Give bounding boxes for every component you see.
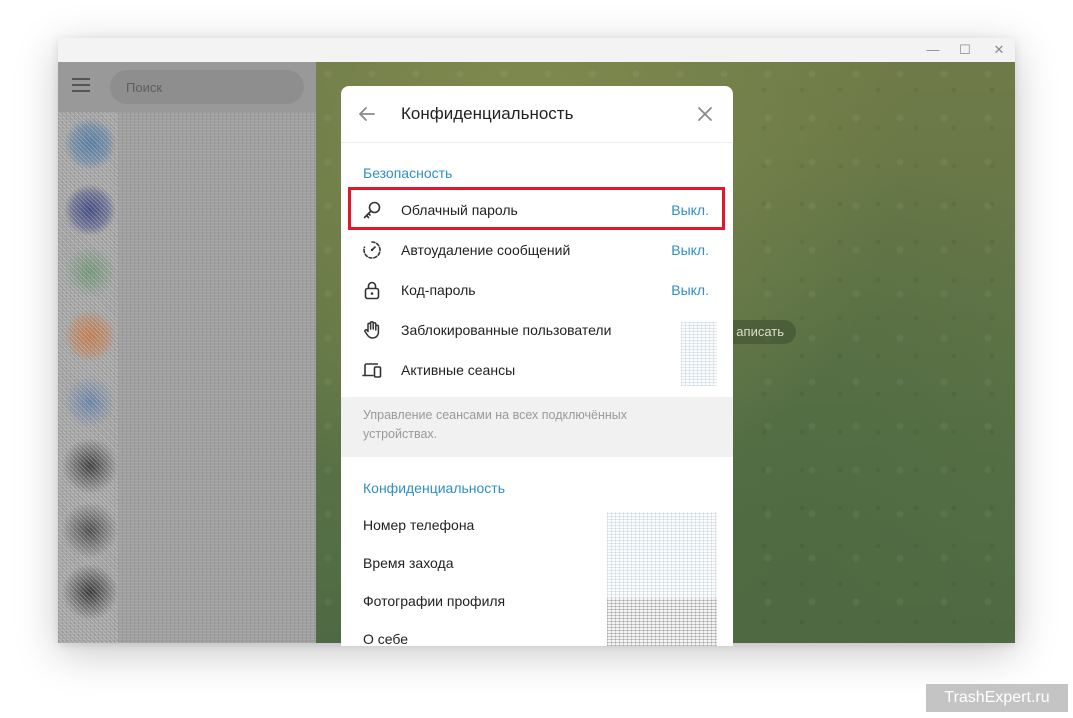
active-sessions-label: Активные сеансы	[401, 362, 516, 378]
privacy-dialog: Конфиденциальность Безопасность Облачный…	[341, 86, 733, 646]
redacted-patch	[607, 512, 717, 598]
cloud-password-row[interactable]: Облачный пароль Выкл.	[341, 190, 733, 230]
title-bar: — ☐ ✕	[58, 38, 1015, 62]
timer-icon	[361, 239, 383, 261]
hand-icon	[361, 319, 383, 341]
privacy-section-title: Конфиденциальность	[363, 480, 506, 496]
chat-list-blurred	[58, 112, 316, 643]
sessions-hint-text: Управление сеансами на всех подключённых…	[363, 408, 627, 441]
bio-label: О себе	[363, 631, 409, 646]
watermark: TrashExpert.ru	[926, 684, 1068, 712]
security-section-title: Безопасность	[363, 165, 453, 181]
redacted-patch	[681, 322, 717, 386]
blocked-users-row[interactable]: Заблокированные пользователи	[341, 310, 733, 350]
close-icon[interactable]	[695, 104, 715, 124]
blocked-users-label: Заблокированные пользователи	[401, 322, 612, 338]
dialog-header: Конфиденциальность	[341, 86, 733, 143]
menu-icon[interactable]	[72, 78, 92, 94]
passcode-value: Выкл.	[671, 282, 709, 298]
lock-icon	[361, 279, 383, 301]
active-sessions-row[interactable]: Активные сеансы	[341, 350, 733, 390]
profile-photos-label: Фотографии профиля	[363, 593, 506, 609]
chat-sidebar	[58, 62, 316, 643]
key-icon	[361, 199, 383, 221]
last-seen-label: Время захода	[363, 555, 454, 571]
passcode-label: Код-пароль	[401, 282, 476, 298]
cloud-password-value: Выкл.	[671, 202, 709, 218]
minimize-button[interactable]: —	[922, 41, 944, 59]
sidebar-header	[58, 62, 316, 112]
search-input[interactable]	[110, 70, 304, 104]
maximize-button[interactable]: ☐	[954, 41, 976, 59]
dialog-title: Конфиденциальность	[401, 104, 574, 123]
phone-number-label: Номер телефона	[363, 517, 475, 533]
back-arrow-icon[interactable]	[357, 104, 377, 124]
redacted-patch	[607, 598, 717, 646]
cloud-password-label: Облачный пароль	[401, 202, 518, 218]
close-window-button[interactable]: ✕	[988, 41, 1010, 59]
auto-delete-label: Автоудаление сообщений	[401, 242, 571, 258]
passcode-row[interactable]: Код-пароль Выкл.	[341, 270, 733, 310]
auto-delete-value: Выкл.	[671, 242, 709, 258]
devices-icon	[361, 359, 383, 381]
auto-delete-row[interactable]: Автоудаление сообщений Выкл.	[341, 230, 733, 270]
sessions-hint-block: Управление сеансами на всех подключённых…	[341, 397, 733, 457]
